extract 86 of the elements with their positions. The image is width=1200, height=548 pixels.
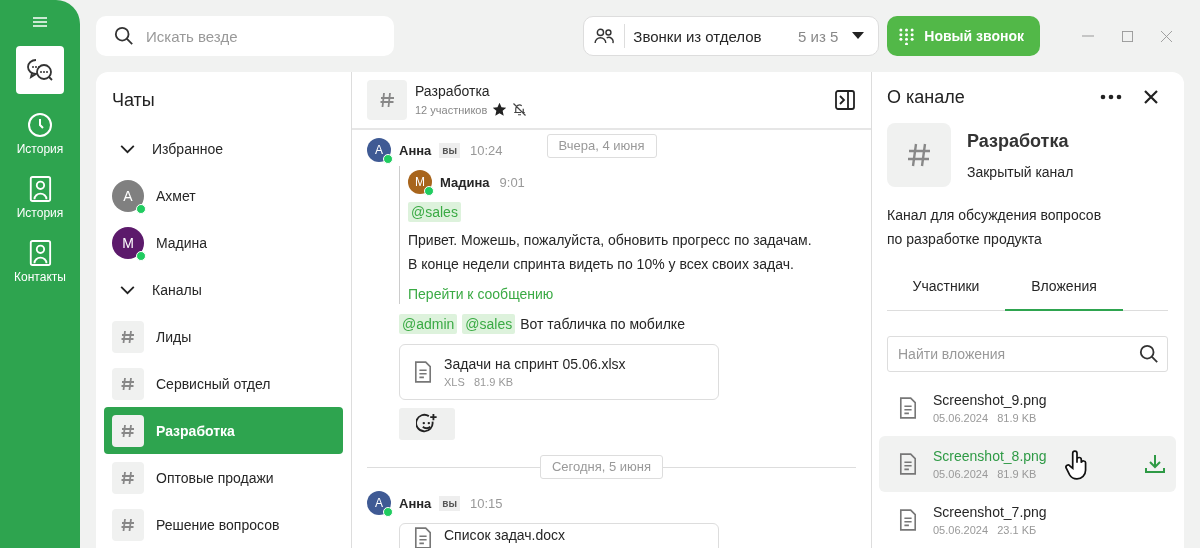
chat-bubbles-icon	[26, 58, 54, 82]
message-text: В конце недели спринта видеть по 10% у всех своих задач.	[408, 255, 795, 274]
chat-item[interactable]: Сервисный отдел	[104, 360, 343, 408]
message-time: 9:01	[499, 174, 525, 190]
document-icon	[899, 453, 917, 475]
you-badge: вы	[439, 142, 460, 158]
search-field[interactable]: Искать везде	[96, 16, 394, 56]
file-meta: XLS 81.9 KB	[444, 376, 515, 388]
hash-icon	[367, 80, 407, 120]
file-attachment[interactable]: Задачи на спринт 05.06.xlsx XLS 81.9 KB	[399, 344, 719, 400]
file-meta: 05.06.2024 23.1 KБ	[933, 524, 1038, 536]
muted-bell-icon[interactable]	[512, 102, 528, 117]
panel-title: О канале	[887, 86, 966, 108]
attachment-item[interactable]: Screenshot_7.png 05.06.2024 23.1 KБ	[887, 492, 1168, 548]
close-icon[interactable]	[1144, 90, 1158, 105]
document-icon	[899, 509, 917, 531]
hash-icon	[112, 367, 144, 400]
hash-icon	[112, 321, 144, 353]
channel-name: Разработка	[967, 130, 1070, 152]
channel-name: Разработка	[415, 83, 491, 99]
file-name: Screenshot_8.png	[933, 448, 1047, 464]
chats-nav-button[interactable]	[16, 46, 64, 94]
maximize-icon[interactable]	[1122, 30, 1133, 42]
people-icon	[594, 28, 615, 44]
chevron-icon	[120, 144, 135, 154]
contact-card-icon	[28, 240, 52, 266]
call-filter-dropdown[interactable]: Звонки из отделов 5 из 5	[583, 16, 880, 56]
file-name: Список задач.docx	[444, 527, 566, 543]
file-name: Screenshot_7.png	[933, 504, 1047, 520]
caret-icon	[852, 32, 865, 40]
document-icon	[414, 361, 432, 383]
file-name: Screenshot_9.png	[933, 392, 1047, 408]
side-panel-icon[interactable]	[835, 90, 855, 110]
download-icon[interactable]	[1144, 454, 1166, 474]
dialpad-icon	[899, 27, 915, 45]
file-meta: 05.06.2024 81.9 KB	[933, 412, 1038, 424]
search-icon	[114, 26, 134, 46]
chat-item[interactable]: Решение вопросов	[104, 501, 343, 548]
group-header[interactable]: Избранное	[104, 126, 343, 173]
document-icon	[899, 397, 917, 419]
channel-description: по разработке продукта	[887, 229, 1043, 249]
hand-cursor-icon	[1065, 450, 1089, 480]
search-input[interactable]: Искать везде	[144, 26, 394, 46]
document-icon	[414, 527, 432, 548]
message-time: 10:15	[470, 495, 503, 511]
smiley-plus-icon	[416, 413, 438, 435]
avatar: А	[112, 180, 144, 213]
hash-icon	[112, 461, 144, 494]
star-icon[interactable]	[492, 102, 508, 117]
attachment-search-field[interactable]: Найти вложения	[887, 335, 1168, 372]
contact-card-icon	[28, 176, 52, 202]
avatar: А	[367, 138, 391, 162]
author-name: Анна	[399, 495, 432, 511]
author-name: Мадина	[440, 174, 490, 190]
message-text: Привет. Можешь, пожалуйста, обновить прогресс по задачам.	[408, 231, 812, 250]
file-meta: 05.06.2024 81.9 KB	[933, 468, 1038, 480]
channel-type: Закрытый канал	[967, 163, 1074, 180]
message-time: 10:24	[470, 142, 503, 158]
panel-title: Чаты	[111, 89, 156, 112]
avatar: М	[112, 227, 144, 260]
avatar: М	[408, 170, 432, 194]
hash-icon	[112, 508, 144, 541]
file-attachment[interactable]: Список задач.docx	[399, 523, 719, 548]
message-text: Вот табличка по мобилке	[520, 315, 685, 334]
tab[interactable]: Вложения	[1005, 262, 1123, 311]
member-count: 12 участников	[415, 103, 488, 116]
hash-icon	[887, 122, 951, 187]
tab[interactable]: Участники	[887, 262, 1005, 311]
more-icon[interactable]	[1100, 94, 1122, 101]
attachment-search-input[interactable]: Найти вложения	[896, 344, 1139, 363]
search-icon	[1139, 343, 1159, 364]
chat-item[interactable]: Лиды	[104, 313, 343, 361]
chevron-icon	[120, 285, 135, 295]
clock-icon	[27, 112, 53, 138]
author-name: Анна	[399, 142, 432, 158]
you-badge: вы	[439, 495, 460, 511]
group-header[interactable]: Каналы	[104, 266, 343, 314]
channel-description: Канал для обсуждения вопросов	[887, 205, 1103, 225]
hash-icon	[112, 414, 144, 447]
add-reaction-button[interactable]	[399, 408, 455, 440]
file-name: Задачи на спринт 05.06.xlsx	[444, 356, 626, 372]
avatar: А	[367, 491, 391, 515]
chat-item[interactable]: М Мадина	[104, 219, 343, 267]
chat-item[interactable]: А Ахмет	[104, 172, 343, 220]
attachment-item[interactable]: Screenshot_9.png 05.06.2024 81.9 KB	[887, 380, 1168, 436]
chat-item[interactable]: Оптовые продажи	[104, 454, 343, 502]
